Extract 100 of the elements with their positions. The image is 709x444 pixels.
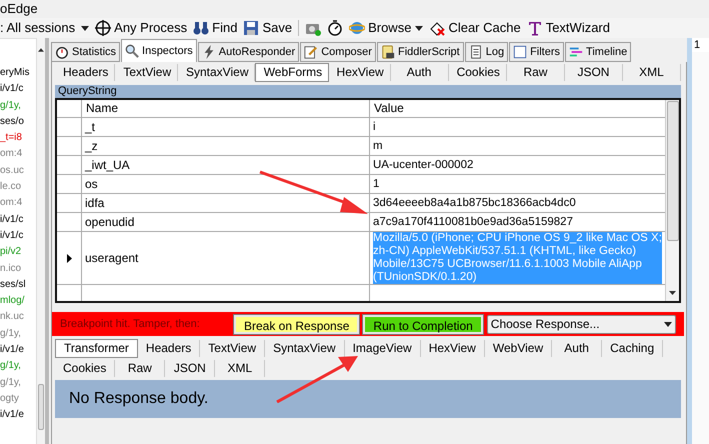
session-row[interactable]: ses/o [0, 114, 36, 130]
table-cell: _z [82, 137, 370, 155]
table-row[interactable]: useragent Mozilla/5.0 (iPhone; CPU iPhone OS 9_2 like Mac OS X; zh-CN) AppleWebKit/537.51.1 (KHTML, like Gecko) Mobile/13C75 UCBrowser/11.6.1.1003 Mobile AliApp (TUnionSDK/0.1.20) [57, 232, 665, 285]
tab[interactable]: XML [622, 64, 681, 81]
tab[interactable]: HexView [328, 64, 391, 81]
breakpoint-message: Breakpoint hit. Tamper, then: [60, 316, 201, 332]
session-row[interactable]: om:4 [0, 146, 36, 163]
table-cell: 1 [373, 178, 380, 190]
toolbar-button[interactable]: Any Process [95, 18, 188, 38]
session-row[interactable]: i/v1/e [0, 342, 36, 358]
session-row[interactable]: g/1y, [0, 326, 36, 342]
column-header[interactable]: Name [82, 100, 370, 117]
tab[interactable]: Headers [55, 64, 116, 81]
session-row[interactable]: i/v1/c [0, 212, 36, 228]
table-cell: a7c9a170f4110081b0e9ad36a5159827 [373, 216, 573, 228]
scroll-thumb[interactable] [38, 384, 44, 430]
tab[interactable]: HexView [420, 340, 485, 357]
tab[interactable]: JSON [165, 360, 216, 377]
stopwatch-icon [55, 45, 69, 59]
crosshair-icon [95, 20, 112, 36]
session-filter-dropdown[interactable]: : All sessions [0, 18, 90, 38]
session-row[interactable]: eryMis [0, 65, 36, 82]
text-wizard-icon [526, 20, 543, 36]
column-header[interactable]: Value [370, 100, 665, 117]
table-cell: _t [82, 118, 370, 136]
tab[interactable]: Headers [138, 340, 200, 357]
tab[interactable]: Cookies [448, 64, 507, 81]
table-cell: m [373, 140, 383, 152]
session-row[interactable]: g/1y, [0, 374, 36, 391]
table-row[interactable]: os 1 [57, 175, 665, 194]
session-row[interactable]: os.uc [0, 162, 36, 180]
table-row[interactable]: _z m [57, 137, 665, 156]
tab[interactable]: JSON [564, 64, 623, 81]
table-cell: _iwt_UA [82, 156, 370, 174]
tab[interactable]: TextView [115, 64, 178, 81]
toolbar-button[interactable]: Find [193, 18, 238, 38]
table-cell: 3d64eeeeb8a4a1b875bc18366acb4dc0 [373, 196, 576, 210]
section-header: QueryString [55, 85, 681, 98]
tab[interactable]: Inspectors [121, 39, 197, 62]
tab[interactable]: AutoResponder [198, 42, 300, 62]
document-icon [468, 45, 483, 59]
choose-response-dropdown[interactable]: Choose Response... [486, 314, 676, 334]
tab[interactable]: WebForms [254, 63, 329, 82]
caret-icon [664, 322, 672, 326]
tab[interactable]: XML [215, 360, 266, 377]
session-row[interactable]: ses/sl [0, 276, 36, 294]
tab[interactable]: Transformer [55, 339, 138, 358]
globe-icon [349, 20, 366, 36]
table-cell: useragent [82, 232, 370, 284]
session-row[interactable]: ogty [0, 390, 36, 408]
toolbar-button[interactable]: Clear Cache [429, 18, 521, 38]
tab[interactable]: Timeline [565, 42, 632, 62]
table-row[interactable]: _iwt_UA UA-ucenter-000002 [57, 156, 665, 175]
table-cell: UA-ucenter-000002 [373, 158, 474, 172]
tab[interactable]: Auth [390, 64, 449, 81]
session-row[interactable]: _t=i8 [0, 130, 36, 146]
session-row[interactable]: i/v1/c [0, 81, 36, 98]
timeline-icon [569, 45, 584, 59]
tab[interactable]: Filters [509, 42, 564, 62]
toolbar-button[interactable]: Browse [349, 18, 412, 38]
tab[interactable]: Statistics [51, 42, 120, 62]
table-cell: i [373, 120, 376, 134]
toolbar-button[interactable]: TextWizard [526, 18, 610, 38]
session-row[interactable]: nk.uc [0, 309, 36, 326]
breakpoint-button[interactable]: Break on Response [234, 314, 360, 334]
session-row[interactable]: g/1y, [0, 98, 36, 114]
tab[interactable]: Log [464, 42, 508, 62]
binoculars-icon [193, 20, 210, 36]
tab[interactable]: TextView [200, 340, 266, 357]
session-row[interactable]: i/v1/e [0, 407, 36, 424]
response-body-panel: No Response body. [55, 380, 681, 418]
right-strip-text: 1 [692, 38, 709, 52]
session-row[interactable]: le.co [0, 179, 36, 196]
session-row[interactable]: mlog/ [0, 293, 36, 310]
tab[interactable]: Cookies [55, 360, 116, 377]
session-row[interactable]: g/1y, [0, 358, 36, 375]
tab[interactable]: Caching [602, 340, 664, 357]
tab[interactable]: Raw [115, 360, 166, 377]
tab[interactable]: Auth [552, 340, 602, 357]
session-row[interactable]: i/v1/c [0, 228, 36, 244]
breakpoint-button[interactable]: Run to Completion [363, 314, 483, 334]
scroll-down-icon [669, 291, 676, 295]
tab[interactable]: WebView [484, 340, 552, 357]
pencil-paper-icon [304, 45, 318, 59]
table-row[interactable]: _t i [57, 118, 665, 137]
session-row[interactable]: n.ico [0, 260, 36, 277]
tab[interactable]: Raw [506, 64, 565, 81]
table-cell: Mozilla/5.0 (iPhone; CPU iPhone OS 9_2 like Mac OS X; zh-CN) AppleWebKit/537.51.1 (KHTML, like Gecko) Mobile/13C75 UCBrowser/11.6.1.1003 Mobile AliApp (TUnionSDK/0.1.20) [373, 232, 662, 284]
checkbox-icon [513, 45, 528, 59]
lightning-icon [202, 45, 216, 59]
tab[interactable]: Composer [300, 42, 376, 62]
row-pointer-icon [66, 254, 72, 262]
session-row[interactable]: om:4 [0, 195, 36, 212]
scrollbar[interactable] [36, 38, 45, 444]
tab[interactable]: FiddlerScript [376, 42, 464, 62]
caret-icon [415, 26, 424, 30]
window-title: oEdge [0, 0, 38, 18]
session-row[interactable]: pi/v2 [0, 244, 36, 261]
scrollbar[interactable] [665, 100, 679, 301]
toolbar-button[interactable]: Save [243, 18, 292, 38]
